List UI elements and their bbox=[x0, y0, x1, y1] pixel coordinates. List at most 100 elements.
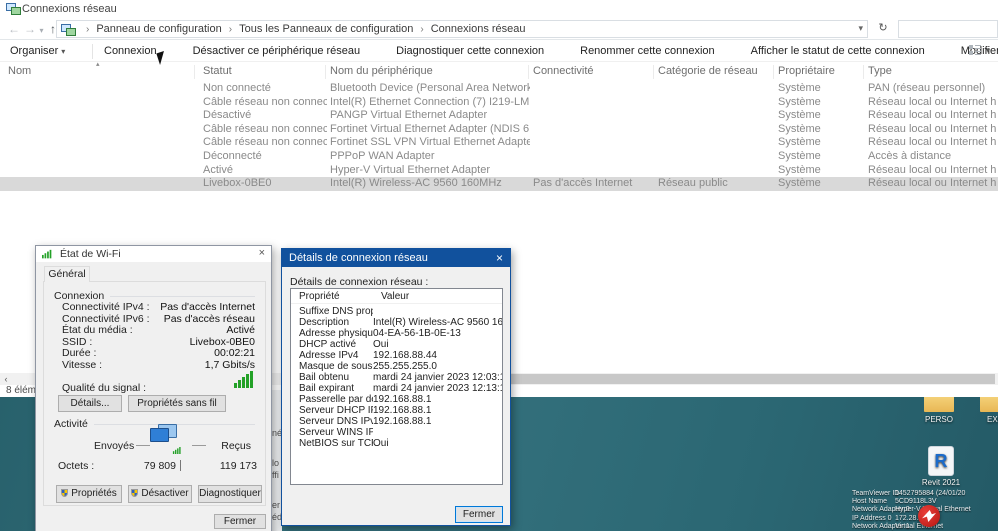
detail-row: Serveur WINS IPv4 bbox=[291, 427, 502, 438]
property-value: Intel(R) Wireless-AC 9560 160MHz bbox=[373, 317, 502, 328]
detail-row: Serveur DNS IPv4 192.168.88.1 bbox=[291, 416, 502, 427]
revit-icon: R bbox=[928, 446, 954, 476]
column-header-categorie[interactable]: Catégorie de réseau bbox=[658, 65, 774, 79]
detail-row: Suffixe DNS propre à la ... bbox=[291, 306, 502, 317]
details-view-icon[interactable] bbox=[968, 45, 981, 55]
details-label: Détails de connexion réseau : bbox=[290, 276, 429, 288]
field-row: État du média : Activé bbox=[44, 324, 265, 337]
table-row[interactable]: Connexion réseau Bluetooth Non connecté … bbox=[0, 82, 998, 96]
breadcrumb-separator-icon: › bbox=[86, 23, 90, 35]
close-button[interactable]: Fermer bbox=[214, 514, 266, 529]
shortcut-label: EXP bbox=[986, 415, 998, 424]
table-row[interactable]: Wi-Fi Livebox-0BE0 Intel(R) Wireless-AC … bbox=[0, 177, 998, 191]
command-button[interactable]: Désactiver ce périphérique réseau bbox=[193, 45, 361, 57]
activity-computers-icon bbox=[148, 424, 184, 454]
detail-row: Description Intel(R) Wireless-AC 9560 16… bbox=[291, 317, 502, 328]
column-header-proprietaire[interactable]: Propriétaire bbox=[778, 65, 864, 79]
field-value: 1,7 Gbits/s bbox=[204, 358, 255, 371]
address-dropdown-icon[interactable]: ▾ bbox=[858, 23, 863, 34]
breadcrumb-separator-icon: › bbox=[228, 23, 233, 35]
toolbar-divider bbox=[92, 44, 93, 59]
breadcrumb-item[interactable]: › Connexions réseau bbox=[413, 23, 525, 35]
close-icon[interactable]: × bbox=[496, 251, 503, 265]
scroll-left-icon[interactable]: ‹ bbox=[0, 373, 12, 385]
signal-quality-bars-icon bbox=[234, 371, 255, 388]
bytes-sent: 79 809 bbox=[143, 460, 176, 472]
column-header-statut[interactable]: Statut bbox=[203, 65, 326, 79]
listbox-header: Propriété Valeur bbox=[291, 291, 502, 304]
bytes-received: 119 173 bbox=[219, 460, 257, 472]
property-value: Oui bbox=[373, 339, 389, 350]
table-row[interactable]: Ethernet 7 Câble réseau non connecté For… bbox=[0, 136, 998, 150]
back-icon[interactable]: ← bbox=[6, 20, 22, 38]
property-value: 192.168.88.1 bbox=[373, 394, 432, 405]
field-value: Pas d'accès Internet bbox=[160, 301, 255, 313]
property-value: 192.168.88.44 bbox=[373, 350, 437, 361]
bginfo-line: Network Adapter 1 Virtual Ethernet bbox=[852, 523, 971, 531]
divider bbox=[180, 460, 181, 471]
property-name: DHCP activé bbox=[299, 339, 357, 350]
table-row[interactable]: Ethernet Câble réseau non connecté Intel… bbox=[0, 96, 998, 110]
organize-button[interactable]: Organiser ▾ bbox=[10, 45, 65, 57]
table-row[interactable]: Ethernet 6 Câble réseau non connecté For… bbox=[0, 123, 998, 137]
dialog-titlebar[interactable]: État de Wi-Fi × bbox=[36, 246, 271, 262]
command-button[interactable]: Connexion bbox=[104, 45, 157, 57]
titlebar[interactable]: Connexions réseau bbox=[0, 0, 998, 18]
refresh-icon[interactable]: ↻ bbox=[874, 21, 892, 34]
field-value: Activé bbox=[226, 324, 255, 336]
close-icon[interactable]: × bbox=[259, 247, 265, 259]
desktop-shortcut-revit[interactable]: R Revit 2021 bbox=[912, 446, 970, 487]
network-details-dialog: Détails de connexion réseau × Détails de… bbox=[281, 248, 511, 526]
column-header-connectivite[interactable]: Connectivité bbox=[533, 65, 654, 79]
column-header-type[interactable]: Type bbox=[868, 65, 994, 79]
property-value: 04-EA-56-1B-0E-13 bbox=[373, 328, 461, 339]
dialog-titlebar[interactable]: Détails de connexion réseau × bbox=[282, 249, 510, 267]
fragment-text: ffi bbox=[272, 470, 279, 480]
wifi-status-dialog: État de Wi-Fi × Général Connexion Connec… bbox=[35, 245, 272, 531]
property-name: Serveur DNS IPv4 bbox=[299, 416, 373, 427]
details-button[interactable]: Détails... bbox=[58, 395, 122, 412]
sent-label: Envoyés bbox=[94, 440, 135, 452]
tab-panel: Connexion Connectivité IPv4 : Pas d'accè… bbox=[43, 281, 266, 506]
details-listbox[interactable]: Propriété Valeur Suffixe DNS propre à la… bbox=[290, 288, 503, 485]
bginfo-value: 1452795884 (24/01/20 bbox=[895, 490, 966, 497]
bytes-row: Octets : 79 809 119 173 bbox=[44, 460, 265, 472]
wifi-signal-icon bbox=[172, 446, 182, 454]
close-button[interactable]: Fermer bbox=[455, 506, 503, 523]
address-bar[interactable]: › Panneau de configuration › Tous les Pa… bbox=[56, 20, 868, 38]
wifi-signal-icon bbox=[42, 249, 54, 259]
property-value: 192.168.88.1 bbox=[373, 416, 432, 427]
scrollbar-thumb[interactable] bbox=[435, 374, 995, 384]
command-button[interactable]: Renommer cette connexion bbox=[580, 45, 715, 57]
forward-icon[interactable]: → bbox=[22, 20, 38, 38]
property-column-header: Propriété bbox=[299, 291, 340, 302]
diagnose-button[interactable]: Diagnostiquer bbox=[198, 485, 262, 503]
command-button[interactable]: Afficher le statut de cette connexion bbox=[751, 45, 925, 57]
table-row[interactable]: vEthernet (Default Switch) Activé Hyper-… bbox=[0, 164, 998, 178]
properties-button[interactable]: Propriétés bbox=[56, 485, 122, 503]
disable-button[interactable]: Désactiver bbox=[128, 485, 192, 503]
wireless-properties-button[interactable]: Propriétés sans fil bbox=[128, 395, 226, 412]
table-row[interactable]: Ethernet 2 Désactivé PANGP Virtual Ether… bbox=[0, 109, 998, 123]
table-row[interactable]: fortissl Déconnecté PPPoP WAN Adapter Sy… bbox=[0, 150, 998, 164]
breadcrumb-item[interactable]: › Panneau de configuration bbox=[79, 23, 222, 35]
command-button[interactable]: Diagnostiquer cette connexion bbox=[396, 45, 544, 57]
property-name: Adresse IPv4 bbox=[299, 350, 359, 361]
property-name: Adresse physique bbox=[299, 328, 373, 339]
property-name: Serveur WINS IPv4 bbox=[299, 427, 373, 438]
property-value bbox=[373, 306, 502, 317]
chevron-down-icon[interactable]: ▾ bbox=[986, 46, 990, 55]
column-header-peripherique[interactable]: Nom du périphérique bbox=[330, 65, 529, 79]
breadcrumb-item[interactable]: › Tous les Panneaux de configuration bbox=[222, 23, 414, 35]
property-value: Oui bbox=[373, 438, 389, 449]
tab-general[interactable]: Général bbox=[44, 266, 90, 282]
column-header-nom[interactable]: Nom bbox=[8, 65, 195, 79]
detail-row: NetBIOS sur TCP/IP act... Oui bbox=[291, 438, 502, 449]
bginfo-label: Network Adapter 1 bbox=[852, 522, 910, 530]
connection-fields: Connectivité IPv4 : Pas d'accès Internet… bbox=[44, 301, 265, 371]
details-rows: Suffixe DNS propre à la ... Description … bbox=[291, 306, 502, 449]
bytes-label: Octets : bbox=[58, 460, 95, 472]
uac-shield-icon bbox=[131, 489, 139, 497]
search-input[interactable] bbox=[898, 20, 998, 38]
command-bar: Organiser ▾ Connexion Désactiver ce périph… bbox=[0, 41, 998, 62]
